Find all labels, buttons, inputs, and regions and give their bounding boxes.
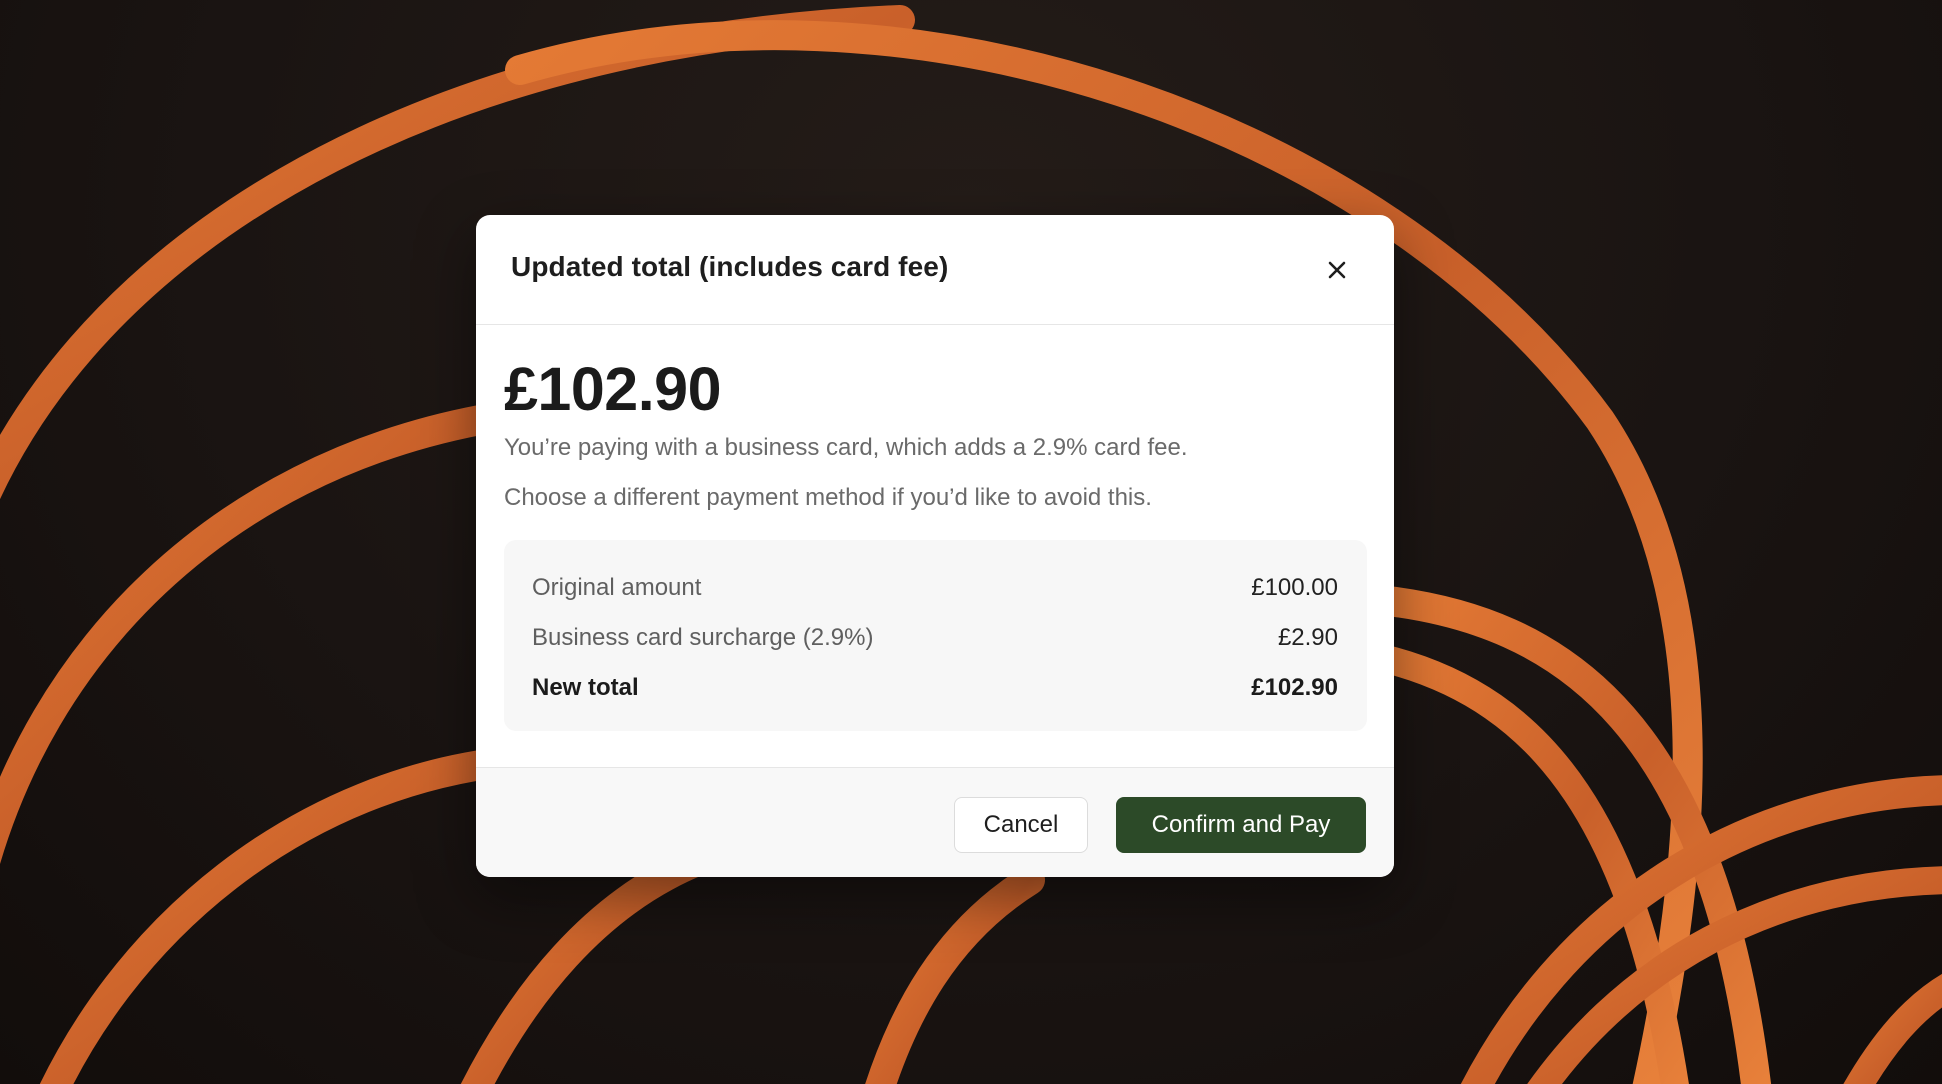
original-amount-label: Original amount <box>532 574 702 601</box>
surcharge-label: Business card surcharge (2.9%) <box>532 624 874 651</box>
dialog-header: Updated total (includes card fee) <box>476 215 1394 325</box>
breakdown-row-total: New total £102.90 <box>532 663 1338 713</box>
cancel-button[interactable]: Cancel <box>954 797 1088 853</box>
price-breakdown: Original amount £100.00 Business card su… <box>504 540 1367 731</box>
fee-description: You’re paying with a business card, whic… <box>504 434 1188 461</box>
new-total-label: New total <box>532 674 639 701</box>
breakdown-row-surcharge: Business card surcharge (2.9%) £2.90 <box>532 613 1338 663</box>
new-total-value: £102.90 <box>1251 674 1338 701</box>
breakdown-row-original: Original amount £100.00 <box>532 563 1338 613</box>
close-icon <box>1328 261 1346 279</box>
dialog-body: £102.90 You’re paying with a business ca… <box>476 353 1394 731</box>
avoid-fee-hint: Choose a different payment method if you… <box>504 484 1152 511</box>
dialog-title: Updated total (includes card fee) <box>511 251 949 282</box>
close-button[interactable] <box>1318 251 1356 289</box>
surcharge-value: £2.90 <box>1277 624 1338 651</box>
dialog-footer: Cancel Confirm and Pay <box>476 767 1394 877</box>
total-amount: £102.90 <box>504 355 722 423</box>
card-fee-dialog: Updated total (includes card fee) £102.9… <box>476 215 1394 877</box>
original-amount-value: £100.00 <box>1251 574 1338 601</box>
confirm-and-pay-button[interactable]: Confirm and Pay <box>1116 797 1366 853</box>
